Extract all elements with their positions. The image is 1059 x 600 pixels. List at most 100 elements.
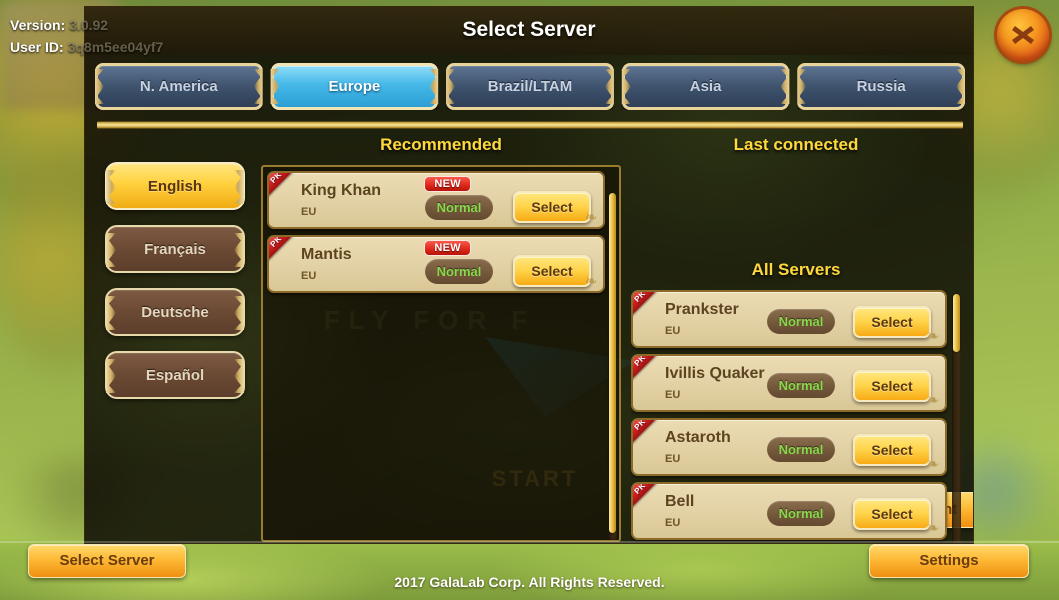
- tab-russia[interactable]: Russia: [797, 63, 965, 110]
- tab-divider: [97, 121, 963, 129]
- pk-label: PK: [632, 418, 648, 432]
- select-button[interactable]: Select: [513, 191, 591, 223]
- button-cap-right-icon: [234, 359, 244, 393]
- table-row[interactable]: PK King Khan EU NEW Normal Select ❧: [267, 171, 605, 229]
- select-button[interactable]: Select: [853, 498, 931, 530]
- settings-button[interactable]: Settings: [869, 544, 1029, 578]
- select-server-button[interactable]: Select Server: [28, 544, 186, 578]
- status-badge: Normal: [767, 501, 835, 526]
- language-button-english[interactable]: English: [105, 162, 245, 210]
- tab-brazil-ltam[interactable]: Brazil/LTAM: [446, 63, 614, 110]
- language-label: Deutsche: [141, 303, 209, 321]
- language-selector: English Français Deutsche Español: [105, 162, 255, 414]
- select-button[interactable]: Select: [853, 370, 931, 402]
- button-cap-right-icon: [234, 296, 244, 330]
- select-button[interactable]: Select: [853, 306, 931, 338]
- server-region: EU: [665, 389, 681, 401]
- userid-value: 3q8m5ee04yf7: [67, 39, 164, 55]
- button-cap-left-icon: [106, 170, 116, 204]
- scrollbar-thumb[interactable]: [609, 193, 616, 533]
- pk-ribbon-band: PK: [632, 354, 668, 388]
- pk-label: PK: [632, 482, 648, 496]
- table-row[interactable]: PK Mantis EU NEW Normal Select ❧: [267, 235, 605, 293]
- language-button-deutsche[interactable]: Deutsche: [105, 288, 245, 336]
- new-badge: NEW: [424, 176, 471, 192]
- userid-label: User ID:: [10, 39, 64, 55]
- userid-line: User ID: 3q8m5ee04yf7: [10, 36, 163, 58]
- status-badge: Normal: [767, 309, 835, 334]
- server-region: EU: [301, 270, 317, 282]
- pk-ribbon-band: PK: [632, 418, 668, 452]
- button-cap-left-icon: [106, 233, 116, 267]
- pk-ribbon-band: PK: [268, 171, 304, 205]
- page-title: Select Server: [462, 18, 596, 41]
- tab-europe[interactable]: Europe: [270, 63, 439, 110]
- last-connected-heading: Last connected: [733, 135, 859, 154]
- server-region: EU: [665, 517, 681, 529]
- button-cap-left-icon: [106, 359, 116, 393]
- all-servers-heading: All Servers: [751, 260, 841, 279]
- copyright-text: 2017 GalaLab Corp. All Rights Reserved.: [394, 574, 665, 590]
- server-name: Mantis: [301, 246, 352, 263]
- language-label: English: [147, 177, 203, 195]
- last-connected-empty-area: [631, 165, 961, 260]
- server-name: Astaroth: [665, 429, 731, 446]
- language-button-francais[interactable]: Français: [105, 225, 245, 273]
- server-region: EU: [665, 453, 681, 465]
- recommended-column: Recommended PK King Khan EU NEW Normal S…: [261, 135, 621, 542]
- server-name: Ivillis Quaker: [665, 365, 765, 382]
- close-icon[interactable]: [997, 9, 1049, 61]
- servers-column: Last connected All Servers PK Prankster …: [631, 135, 961, 543]
- button-cap-left-icon: [106, 296, 116, 330]
- table-row[interactable]: PK Bell EU Normal Select ❧: [631, 482, 947, 540]
- language-label: Français: [144, 240, 206, 258]
- corner-flourish-icon: ❧: [926, 455, 940, 473]
- status-badge: Normal: [425, 259, 493, 284]
- button-cap-right-icon: [234, 233, 244, 267]
- tab-label: N. America: [139, 78, 218, 95]
- pk-label: PK: [268, 171, 284, 185]
- server-region: EU: [665, 325, 681, 337]
- recommended-list-scrollbar[interactable]: [608, 193, 617, 540]
- tab-label: Europe: [328, 78, 381, 95]
- button-cap-right-icon: [234, 170, 244, 204]
- table-row[interactable]: PK Prankster EU Normal Select ❧: [631, 290, 947, 348]
- footer-bar: Select Server Settings 2017 GalaLab Corp…: [0, 540, 1059, 600]
- status-badge: Normal: [767, 373, 835, 398]
- pk-label: PK: [268, 235, 284, 249]
- tab-label: Russia: [856, 78, 906, 95]
- pk-label: PK: [632, 290, 648, 304]
- tab-n-america[interactable]: N. America: [95, 63, 263, 110]
- server-region: EU: [301, 206, 317, 218]
- tab-asia[interactable]: Asia: [621, 63, 790, 110]
- table-row[interactable]: PK Astaroth EU Normal Select ❧: [631, 418, 947, 476]
- system-info: Version: 3.0.92 User ID: 3q8m5ee04yf7: [10, 14, 163, 58]
- all-servers-scrollbar[interactable]: [952, 294, 961, 543]
- tab-label: Asia: [689, 78, 722, 95]
- status-badge: Normal: [425, 195, 493, 220]
- corner-flourish-icon: ❧: [926, 391, 940, 409]
- pk-ribbon-band: PK: [268, 235, 304, 269]
- server-name: Prankster: [665, 301, 739, 318]
- select-button[interactable]: Select: [513, 255, 591, 287]
- version-value: 3.0.92: [69, 17, 109, 33]
- language-label: Español: [145, 366, 205, 384]
- version-line: Version: 3.0.92: [10, 14, 163, 36]
- server-name: Bell: [665, 493, 695, 510]
- pk-ribbon-band: PK: [632, 290, 668, 324]
- select-server-dialog: FLY FOR F START Select Server N. America…: [84, 6, 974, 544]
- table-row[interactable]: PK Ivillis Quaker EU Normal Select ❧: [631, 354, 947, 412]
- server-name: King Khan: [301, 182, 381, 199]
- tab-label: Brazil/LTAM: [487, 78, 573, 95]
- all-server-list: PK Prankster EU Normal Select ❧ PK Ivill…: [631, 290, 961, 543]
- select-button[interactable]: Select: [853, 434, 931, 466]
- pk-ribbon-band: PK: [632, 482, 668, 516]
- recommended-server-list: PK King Khan EU NEW Normal Select ❧ PK M…: [261, 165, 621, 542]
- corner-flourish-icon: ❧: [584, 208, 598, 226]
- region-tab-bar: N. America Europe Brazil/LTAM Asia Russi…: [95, 63, 965, 113]
- version-label: Version:: [10, 17, 66, 33]
- status-badge: Normal: [767, 437, 835, 462]
- pk-label: PK: [632, 354, 648, 368]
- scrollbar-thumb[interactable]: [953, 294, 960, 352]
- language-button-espanol[interactable]: Español: [105, 351, 245, 399]
